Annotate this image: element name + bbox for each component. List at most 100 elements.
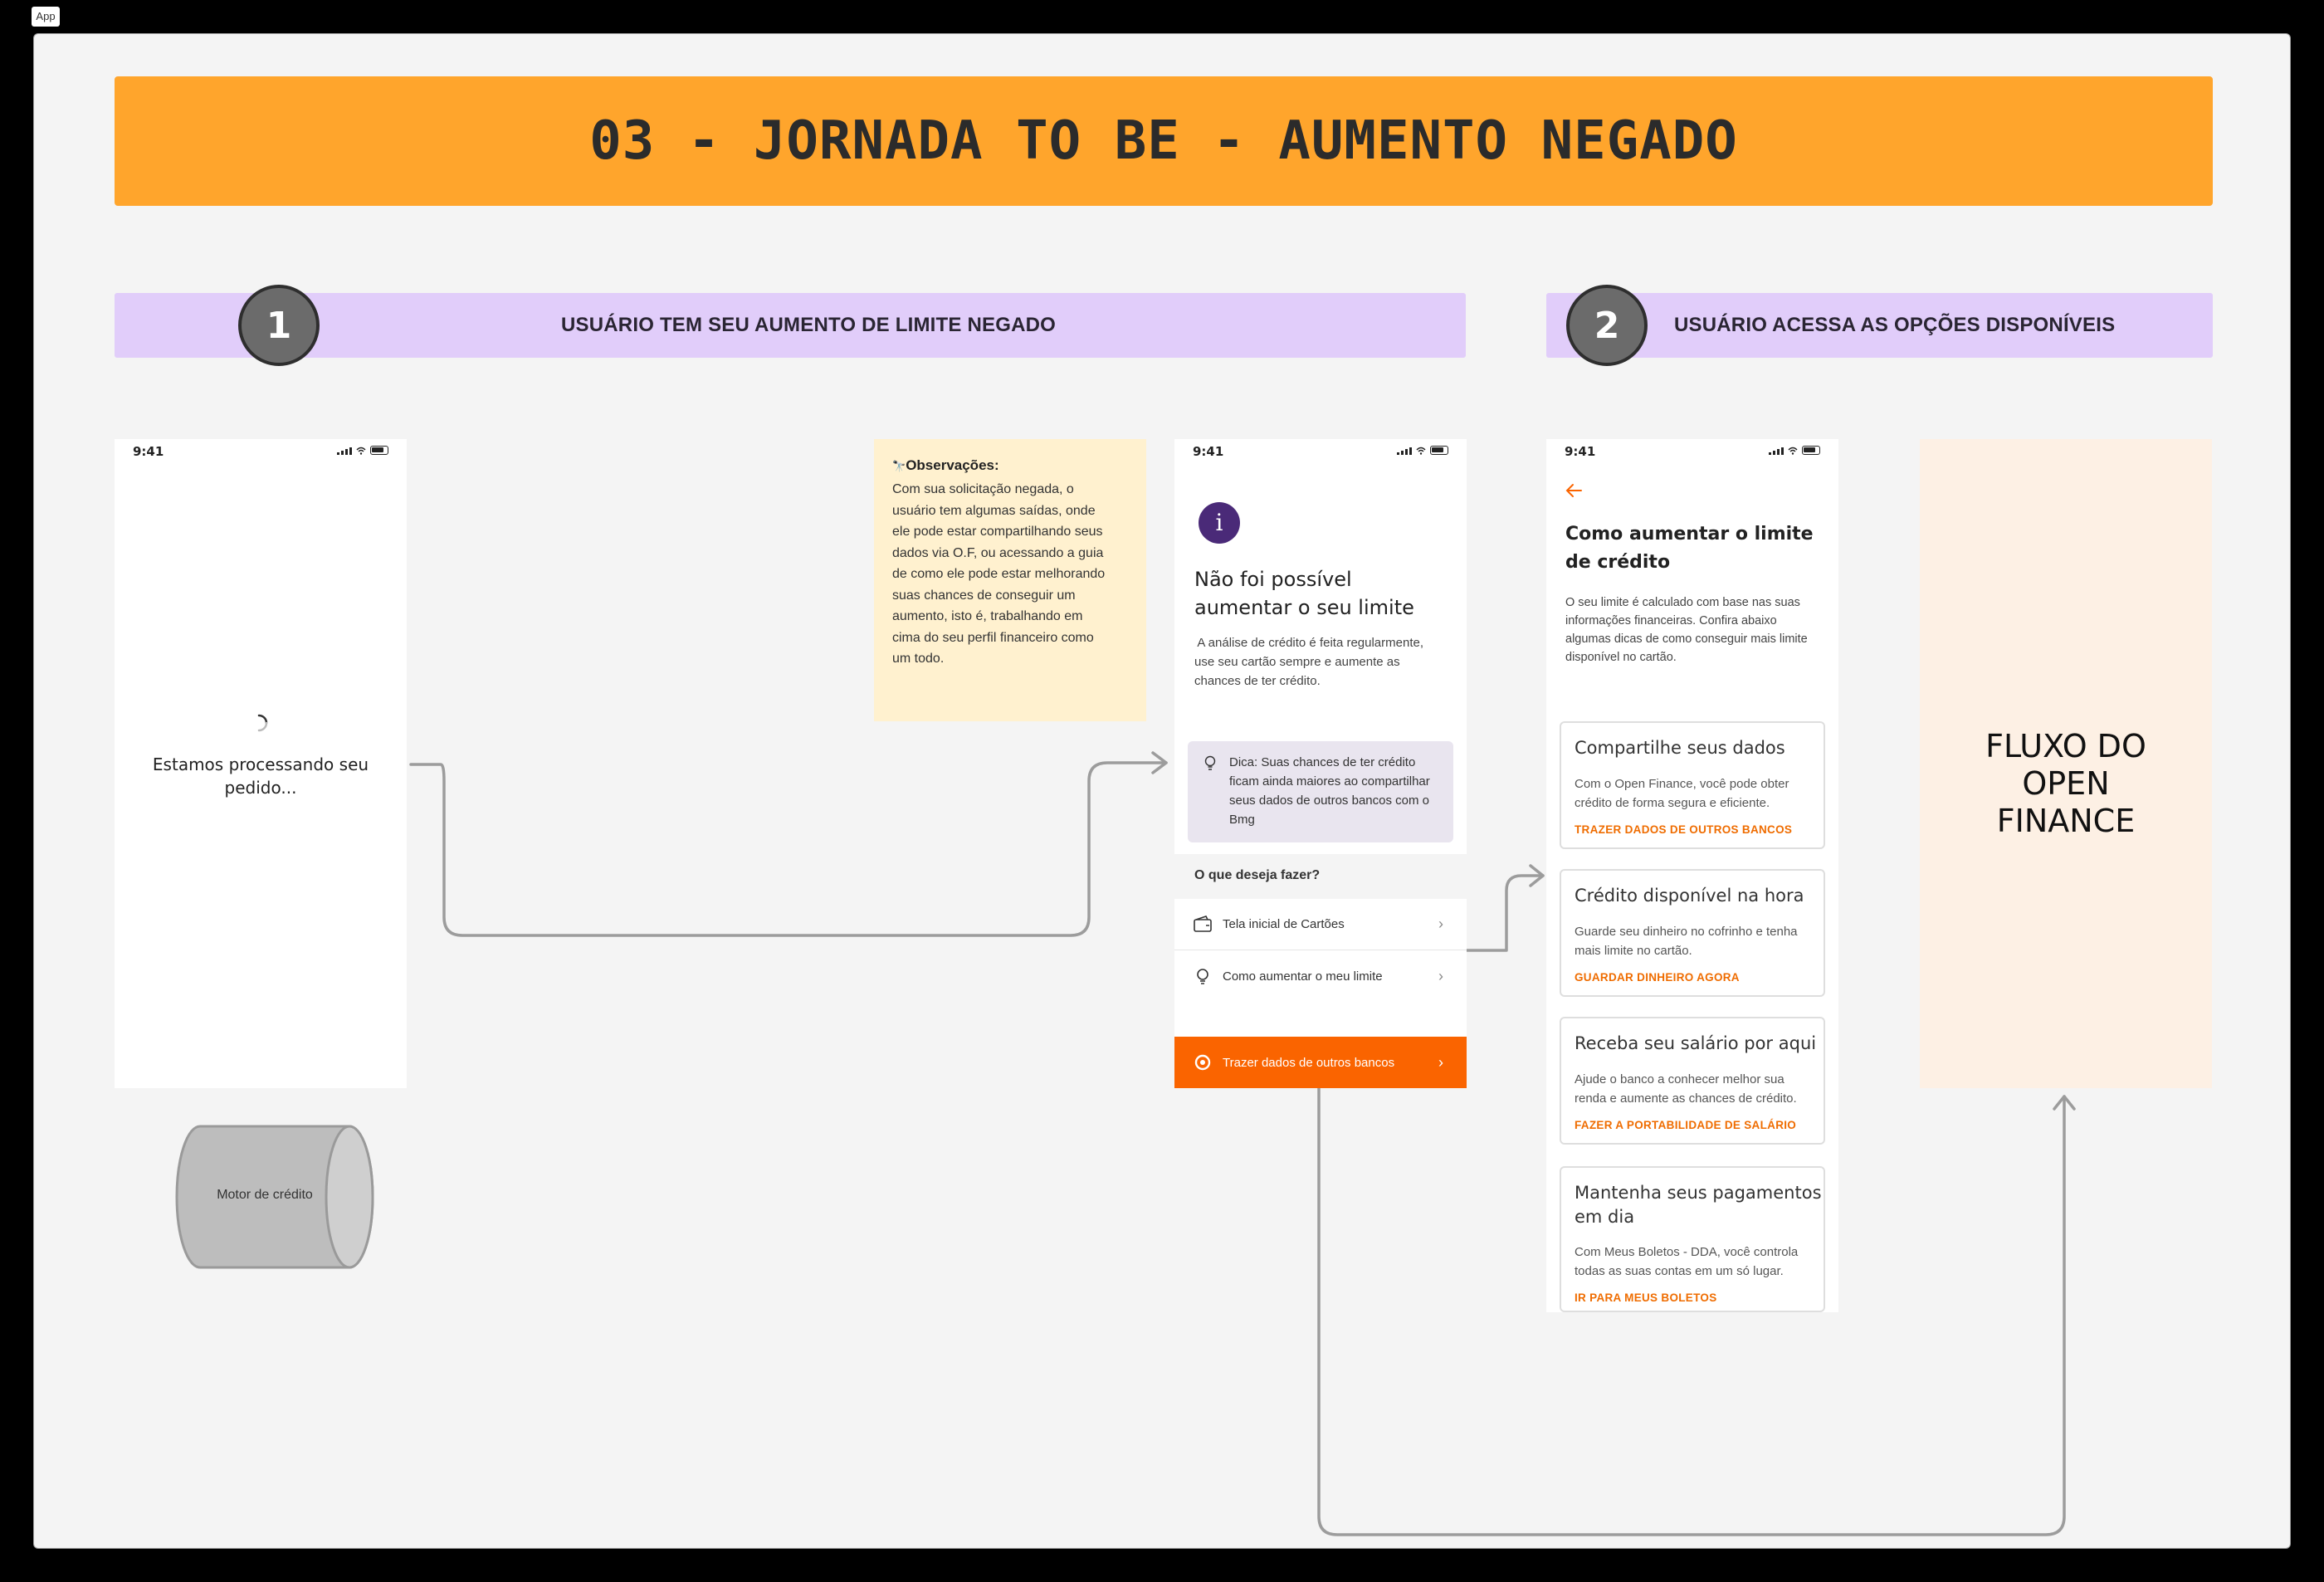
open-finance-label: FLUXO DO OPEN FINANCE <box>1920 728 2212 840</box>
tip-card-payments[interactable]: Mantenha seus pagamentos em dia Com Meus … <box>1560 1166 1825 1312</box>
note-body: Com sua solicitação negada, o usuário tem… <box>892 479 1105 670</box>
question-label: O que deseja fazer? <box>1194 868 1321 882</box>
note-line: cima do seu perfil financeiro como <box>892 630 1094 645</box>
signal-icon <box>1769 447 1784 455</box>
status-time: 9:41 <box>133 444 164 459</box>
card-body-line: Guarde seu dinheiro no cofrinho e tenha <box>1575 925 1798 939</box>
wifi-icon <box>1416 447 1426 455</box>
card-body-line: mais limite no cartão. <box>1575 944 1692 958</box>
option-label: Tela inicial de Cartões <box>1223 917 1345 931</box>
description-line: informações financeiras. Confira abaixo <box>1565 614 1777 627</box>
denied-description: A análise de crédito é feita regularment… <box>1194 633 1423 691</box>
tip-line: Dica: Suas chances de ter crédito <box>1229 755 1416 769</box>
note-line: suas chances de conseguir um <box>892 588 1076 603</box>
loading-message: Estamos processando seu pedido... <box>115 753 407 799</box>
description-line: algumas dicas de como conseguir mais lim… <box>1565 632 1808 646</box>
info-icon: i <box>1199 502 1240 544</box>
note-line: um todo. <box>892 652 945 666</box>
open-finance-line: FINANCE <box>1996 803 2136 839</box>
open-finance-line: OPEN <box>2022 765 2110 802</box>
card-link[interactable]: TRAZER DADOS DE OUTROS BANCOS <box>1575 823 1792 836</box>
description-line: use seu cartão sempre e aumente as <box>1194 655 1400 669</box>
board-canvas: 03 - JORNADA TO BE - AUMENTO NEGADO USUÁ… <box>33 33 2291 1549</box>
denied-title-line: Não foi possível <box>1194 568 1352 591</box>
wifi-icon <box>356 447 366 455</box>
card-body: Guarde seu dinheiro no cofrinho e tenha m… <box>1575 922 1815 960</box>
status-icons <box>337 446 388 455</box>
observation-note: 🔭Observações: Com sua solicitação negada… <box>874 439 1146 721</box>
screen-limit-denied: 9:41 i Não foi possível aumentar o seu l… <box>1174 439 1467 1088</box>
note-line: ele pode estar compartilhando seus <box>892 525 1103 539</box>
option-cards-home[interactable]: Tela inicial de Cartões › <box>1174 899 1467 950</box>
telescope-icon: 🔭 <box>892 460 906 472</box>
option-bring-bank-data[interactable]: Trazer dados de outros bancos › <box>1174 1037 1467 1088</box>
chevron-right-icon: › <box>1438 967 1443 984</box>
card-link[interactable]: FAZER A PORTABILIDADE DE SALÁRIO <box>1575 1119 1796 1131</box>
tip-text: Dica: Suas chances de ter crédito ficam a… <box>1229 753 1430 829</box>
options-description: O seu limite é calculado com base nas su… <box>1565 593 1808 666</box>
option-label: Como aumentar o meu limite <box>1223 969 1383 984</box>
description-line: A análise de crédito é feita regularment… <box>1194 636 1424 650</box>
stage-2-badge: 2 <box>1566 285 1648 366</box>
app-tag: App <box>32 7 60 27</box>
status-icons <box>1397 446 1448 455</box>
tip-card-share-data[interactable]: Compartilhe seus dados Com o Open Financ… <box>1560 721 1825 849</box>
page-title: 03 - JORNADA TO BE - AUMENTO NEGADO <box>589 110 1738 172</box>
battery-icon <box>1802 446 1820 455</box>
card-title: Mantenha seus pagamentos em dia <box>1575 1181 1822 1229</box>
status-icons <box>1769 446 1820 455</box>
stage-1-title: USUÁRIO TEM SEU AUMENTO DE LIMITE NEGADO <box>561 314 1057 336</box>
tip-line: ficam ainda maiores ao compartilhar <box>1229 774 1430 789</box>
chevron-right-icon: › <box>1438 1053 1443 1071</box>
tip-card-credit-now[interactable]: Crédito disponível na hora Guarde seu di… <box>1560 869 1825 997</box>
battery-icon <box>1430 446 1448 455</box>
connector-loading-to-denied <box>409 761 1168 937</box>
question-bar: O que deseja fazer? <box>1174 854 1467 899</box>
screen-loading: 9:41 Estamos processando seu pedido... <box>115 439 407 1088</box>
options-title-line: de crédito <box>1565 552 1671 573</box>
open-finance-line: FLUXO DO <box>1985 728 2146 764</box>
tip-card-salary[interactable]: Receba seu salário por aqui Ajude o banc… <box>1560 1017 1825 1145</box>
card-body-line: Com Meus Boletos - DDA, você controla <box>1575 1245 1799 1259</box>
card-body: Com Meus Boletos - DDA, você controla tod… <box>1575 1243 1815 1281</box>
note-line: de como ele pode estar melhorando <box>892 567 1106 581</box>
denied-title-line: aumentar o seu limite <box>1194 596 1414 619</box>
card-body: Com o Open Finance, você pode obter crédi… <box>1575 774 1815 813</box>
tip-line: Bmg <box>1229 813 1255 827</box>
card-link[interactable]: GUARDAR DINHEIRO AGORA <box>1575 971 1740 984</box>
note-title: 🔭Observações: <box>892 457 999 474</box>
lightbulb-icon <box>1197 969 1208 984</box>
card-title-line: Mantenha seus pagamentos <box>1575 1183 1822 1203</box>
stage-1-badge: 1 <box>238 285 320 366</box>
status-bar: 9:41 <box>1174 439 1467 467</box>
option-increase-limit[interactable]: Como aumentar o meu limite › <box>1174 950 1467 1002</box>
note-line: Com sua solicitação negada, o <box>892 482 1074 496</box>
card-body: Ajude o banco a conhecer melhor sua renda… <box>1575 1070 1815 1108</box>
connector-denied-to-options <box>1465 874 1545 952</box>
card-title: Compartilhe seus dados <box>1575 738 1785 758</box>
open-finance-icon <box>1194 1054 1211 1071</box>
card-title: Receba seu salário por aqui <box>1575 1033 1817 1053</box>
status-time: 9:41 <box>1193 444 1224 459</box>
back-arrow-icon[interactable] <box>1565 482 1583 499</box>
card-body-line: Com o Open Finance, você pode obter <box>1575 777 1789 791</box>
option-label: Trazer dados de outros bancos <box>1223 1055 1395 1070</box>
note-title-text: Observações: <box>906 457 999 473</box>
note-line: aumento, isto é, trabalhando em <box>892 609 1083 623</box>
description-line: O seu limite é calculado com base nas su… <box>1565 596 1800 609</box>
options-title: Como aumentar o limite de crédito <box>1565 520 1814 577</box>
status-bar: 9:41 <box>115 439 407 467</box>
signal-icon <box>1397 447 1412 455</box>
lightbulb-icon <box>1204 755 1216 770</box>
card-body-line: todas as suas contas em um só lugar. <box>1575 1264 1784 1278</box>
card-link[interactable]: IR PARA MEUS BOLETOS <box>1575 1291 1717 1304</box>
status-time: 9:41 <box>1565 444 1596 459</box>
card-body-line: Ajude o banco a conhecer melhor sua <box>1575 1072 1784 1086</box>
wallet-icon <box>1194 915 1212 932</box>
chevron-right-icon: › <box>1438 916 1443 932</box>
card-title: Crédito disponível na hora <box>1575 886 1804 906</box>
note-line: dados via O.F, ou acessando a guia <box>892 545 1104 560</box>
note-line: usuário tem algumas saídas, onde <box>892 503 1096 518</box>
description-line: disponível no cartão. <box>1565 651 1677 664</box>
tip-box: Dica: Suas chances de ter crédito ficam a… <box>1188 741 1453 842</box>
